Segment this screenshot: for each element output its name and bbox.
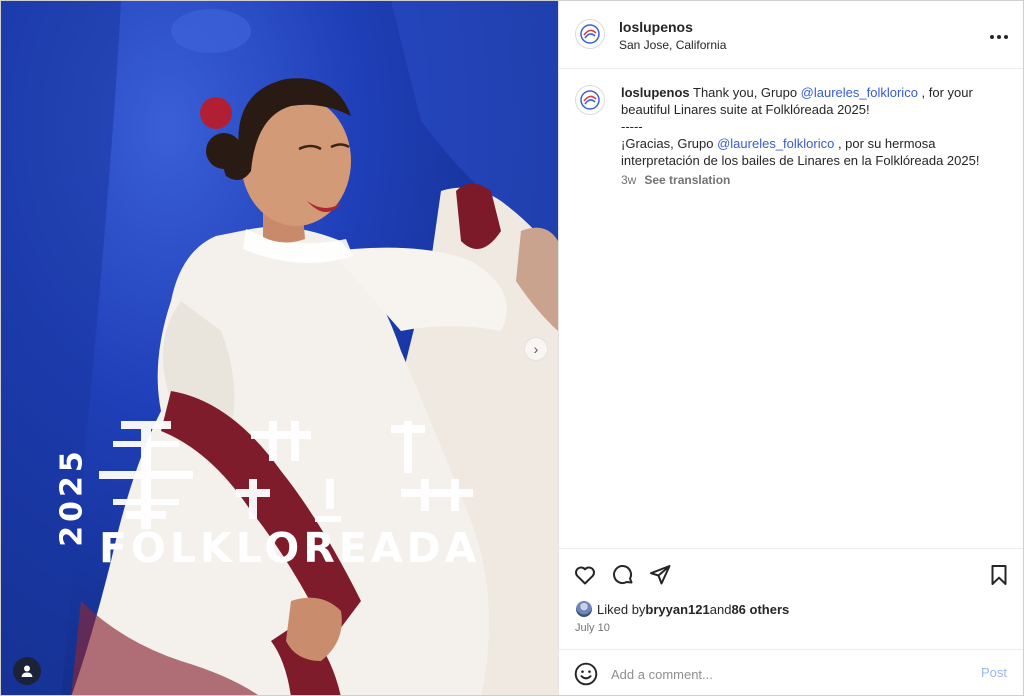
caption-text-part: ¡Gracias, Grupo — [621, 136, 718, 151]
post-modal: 2025 FOLKLOREADA › loslupenos San Jose, — [0, 0, 1024, 696]
liker-avatar[interactable] — [575, 600, 593, 618]
likes-middle: and — [709, 601, 732, 617]
tagged-users-button[interactable] — [13, 657, 41, 685]
post-location[interactable]: San Jose, California — [619, 38, 726, 52]
brand-logo-icon — [580, 24, 600, 44]
post-actions: Liked by bryyan121 and 86 others July 10 — [559, 548, 1023, 658]
chevron-right-icon: › — [533, 341, 539, 357]
more-options-button[interactable] — [987, 23, 1011, 47]
overlay-title-text: FOLKLOREADA — [99, 524, 481, 572]
next-photo-button[interactable]: › — [524, 337, 548, 361]
post-date[interactable]: July 10 — [575, 622, 610, 634]
caption-separator: ----- — [621, 119, 643, 134]
more-dots-icon — [989, 26, 1010, 44]
caption-text: loslupenos Thank you, Grupo @laureles_fo… — [621, 84, 1011, 169]
post-header: loslupenos San Jose, California — [559, 1, 1023, 69]
caption-username[interactable]: loslupenos — [621, 85, 690, 100]
post-comment-button[interactable]: Post — [981, 665, 1007, 680]
comment-input[interactable] — [611, 664, 951, 684]
paper-plane-icon[interactable] — [648, 563, 672, 587]
user-tag-icon — [21, 665, 33, 677]
brand-logo-icon — [580, 90, 600, 110]
caption-text-part: Thank you, Grupo — [689, 85, 801, 100]
likes-others-link[interactable]: 86 others — [731, 602, 789, 617]
first-liker-link[interactable]: bryyan121 — [645, 602, 709, 617]
heart-icon[interactable] — [573, 563, 597, 587]
caption-meta: 3w See translation — [621, 173, 730, 187]
dancer-photo — [1, 1, 558, 695]
see-translation-link[interactable]: See translation — [644, 173, 730, 187]
mention-link[interactable]: @laureles_folklorico — [717, 136, 834, 151]
post-side-panel: loslupenos San Jose, California loslupen… — [558, 1, 1023, 695]
post-photo[interactable]: 2025 FOLKLOREADA › — [1, 1, 558, 695]
post-age[interactable]: 3w — [621, 173, 636, 187]
bookmark-icon[interactable] — [987, 563, 1011, 587]
likes-prefix: Liked by — [597, 601, 646, 617]
comment-bubble-icon[interactable] — [611, 563, 635, 587]
overlay-year-text: 2025 — [54, 447, 90, 547]
avatar[interactable] — [575, 19, 605, 49]
avatar[interactable] — [575, 85, 605, 115]
emoji-smile-icon[interactable] — [573, 661, 599, 687]
likes-summary: Liked by bryyan121 and 86 others — [575, 600, 789, 618]
mention-link[interactable]: @laureles_folklorico — [801, 85, 918, 100]
post-author-username[interactable]: loslupenos — [619, 19, 693, 35]
comment-bar: Post — [559, 649, 1023, 695]
